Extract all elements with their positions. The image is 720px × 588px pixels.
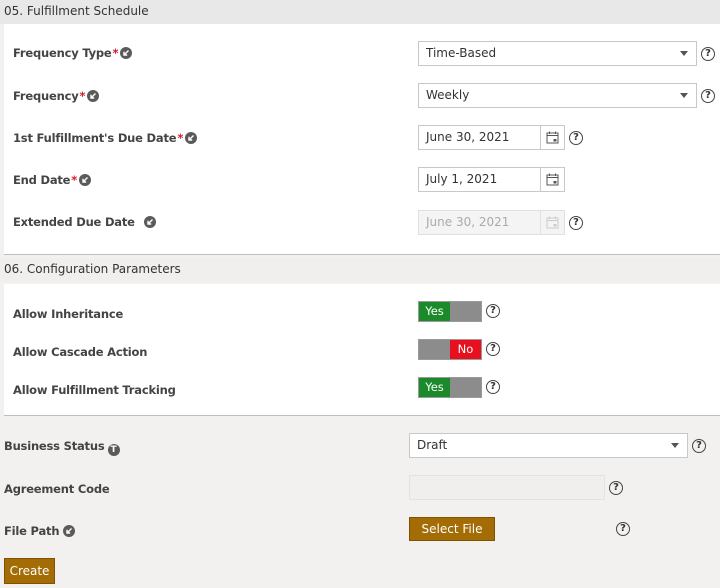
business-status-label: Business Status T [4, 439, 120, 456]
help-icon[interactable]: ? [616, 522, 630, 536]
first-due-date-picker[interactable]: June 30, 2021 [418, 125, 565, 150]
arrow-down-left-icon[interactable] [87, 90, 100, 102]
label-text: 1st Fulfillment's Due Date [13, 131, 177, 145]
arrow-down-left-icon[interactable] [79, 174, 92, 186]
required-marker: * [71, 173, 78, 187]
required-marker: * [112, 46, 119, 60]
help-icon[interactable]: ? [486, 342, 500, 356]
agreement-code-input[interactable] [409, 475, 605, 500]
date-input[interactable]: July 1, 2021 [419, 168, 541, 191]
business-status-select[interactable]: Draft [409, 433, 688, 458]
required-marker: * [79, 89, 86, 103]
calendar-icon[interactable] [546, 131, 559, 147]
label-text: File Path [4, 524, 60, 538]
allow-cascade-action-toggle[interactable]: No [418, 339, 482, 360]
help-icon[interactable]: ? [486, 380, 500, 394]
text-type-icon[interactable]: T [107, 444, 120, 456]
help-icon[interactable]: ? [609, 481, 623, 495]
frequency-label: Frequency* [13, 89, 100, 103]
chevron-down-icon [671, 443, 679, 448]
file-path-label: File Path [4, 524, 76, 538]
select-file-button[interactable]: Select File [409, 517, 495, 541]
frequency-select[interactable]: Weekly [418, 83, 697, 108]
end-date-picker[interactable]: July 1, 2021 [418, 167, 565, 192]
date-input[interactable]: June 30, 2021 [419, 126, 541, 149]
chevron-down-icon [680, 51, 688, 56]
create-button[interactable]: Create [4, 558, 55, 584]
label-text: Business Status [4, 439, 105, 453]
section-title: 05. Fulfillment Schedule [4, 4, 149, 18]
arrow-down-left-icon[interactable] [63, 525, 76, 537]
arrow-down-left-icon[interactable] [120, 47, 133, 59]
allow-cascade-action-label: Allow Cascade Action [13, 345, 148, 359]
allow-fulfillment-tracking-toggle[interactable]: Yes [418, 377, 482, 398]
allow-fulfillment-tracking-label: Allow Fulfillment Tracking [13, 383, 176, 397]
configuration-parameters-panel: Allow Inheritance Yes ? Allow Cascade Ac… [4, 284, 720, 416]
arrow-down-left-icon[interactable] [143, 216, 156, 228]
help-icon[interactable]: ? [569, 216, 583, 230]
frequency-type-label: Frequency Type* [13, 46, 133, 60]
section-header-configuration-parameters: 06. Configuration Parameters [0, 258, 720, 282]
help-icon[interactable]: ? [569, 131, 583, 145]
help-icon[interactable]: ? [692, 439, 706, 453]
selected-value: Weekly [426, 88, 470, 102]
frequency-type-select[interactable]: Time-Based [418, 41, 697, 66]
extended-due-date-label: Extended Due Date [13, 215, 156, 229]
label-text: Extended Due Date [13, 215, 135, 229]
selected-value: Time-Based [426, 46, 497, 60]
help-icon[interactable]: ? [701, 89, 715, 103]
selected-value: Draft [417, 438, 448, 452]
chevron-down-icon [680, 93, 688, 98]
toggle-no: No [450, 340, 481, 359]
extended-due-date-picker: June 30, 2021 [418, 210, 565, 235]
toggle-yes: Yes [419, 378, 450, 397]
allow-inheritance-label: Allow Inheritance [13, 307, 124, 321]
required-marker: * [177, 131, 184, 145]
section-header-fulfillment-schedule: 05. Fulfillment Schedule [0, 0, 720, 24]
date-input: June 30, 2021 [419, 211, 541, 234]
calendar-icon [546, 216, 559, 232]
label-text: Frequency Type [13, 46, 112, 60]
end-date-label: End Date* [13, 173, 92, 187]
fulfillment-schedule-panel: Frequency Type* Time-Based ? Frequency* … [4, 24, 720, 255]
arrow-down-left-icon[interactable] [185, 132, 198, 144]
help-icon[interactable]: ? [701, 47, 715, 61]
first-due-date-label: 1st Fulfillment's Due Date* [13, 131, 198, 145]
agreement-code-label: Agreement Code [4, 482, 110, 496]
help-icon[interactable]: ? [486, 304, 500, 318]
label-text: End Date [13, 173, 71, 187]
toggle-yes: Yes [419, 302, 450, 321]
calendar-icon[interactable] [546, 173, 559, 189]
section-title: 06. Configuration Parameters [4, 262, 181, 276]
label-text: Frequency [13, 89, 79, 103]
allow-inheritance-toggle[interactable]: Yes [418, 301, 482, 322]
